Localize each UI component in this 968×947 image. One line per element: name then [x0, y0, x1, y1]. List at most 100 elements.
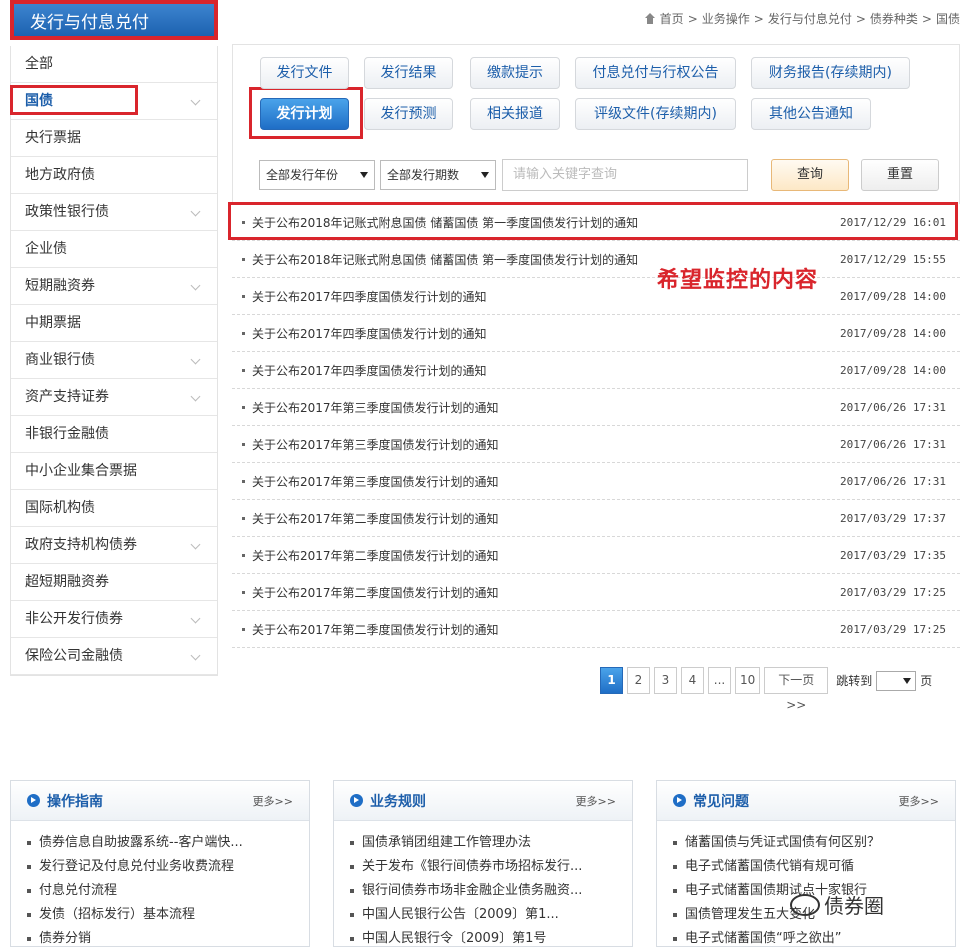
news-row[interactable]: 关于公布2017年四季度国债发行计划的通知 2017/09/28 14:00: [232, 315, 960, 352]
sidebar-item[interactable]: 国际机构债: [11, 490, 217, 527]
list-item[interactable]: 电子式储蓄国债代销有规可循: [667, 855, 955, 879]
jump-label: 跳转到: [836, 674, 873, 688]
list-item-text: 债券信息自助披露系统--客户端快...: [39, 835, 243, 850]
list-item[interactable]: 电子式储蓄国债“呼之欲出”: [667, 927, 955, 947]
page-button[interactable]: 3: [654, 667, 677, 694]
breadcrumb-item[interactable]: 首页: [660, 10, 684, 27]
reset-button[interactable]: 重置: [861, 159, 939, 191]
page-button[interactable]: 4: [681, 667, 704, 694]
news-row[interactable]: 关于公布2018年记账式附息国债 储蓄国债 第一季度国债发行计划的通知 2017/…: [232, 241, 960, 278]
info-box-header: 业务规则 更多>>: [334, 781, 632, 821]
tab-1[interactable]: 发行文件: [260, 57, 349, 89]
news-title-link[interactable]: 关于公布2017年第二季度国债发行计划的通知: [252, 510, 840, 527]
list-item[interactable]: 债券分销: [21, 927, 309, 947]
query-button[interactable]: 查询: [771, 159, 849, 191]
list-item[interactable]: 银行间债券市场非金融企业债务融资...: [344, 879, 632, 903]
sidebar-item[interactable]: 政府支持机构债券: [11, 527, 217, 564]
sidebar-item[interactable]: 央行票据: [11, 120, 217, 157]
sidebar-item-label: 中期票据: [25, 315, 81, 331]
bullet-icon: [242, 479, 245, 483]
news-title-link[interactable]: 关于公布2017年第二季度国债发行计划的通知: [252, 584, 840, 601]
list-item[interactable]: 发债（招标发行）基本流程: [21, 903, 309, 927]
more-link[interactable]: 更多>>: [576, 793, 616, 809]
main-panel: 全部发行年份 全部发行期数 请输入关键字查询 查询 重置 发行文件 发行结果 缴款提…: [228, 44, 960, 648]
list-item[interactable]: 付息兑付流程: [21, 879, 309, 903]
home-icon: [644, 13, 656, 24]
list-item-text: 中国人民银行令〔2009〕第1号: [362, 931, 547, 946]
sidebar-item[interactable]: 企业债: [11, 231, 217, 268]
news-title-link[interactable]: 关于公布2017年四季度国债发行计划的通知: [252, 325, 840, 342]
sidebar-item[interactable]: 中小企业集合票据: [11, 453, 217, 490]
period-select[interactable]: 全部发行期数: [380, 160, 496, 190]
page-button[interactable]: 2: [627, 667, 650, 694]
sidebar-item-label: 国债: [25, 93, 53, 109]
sidebar-item[interactable]: 资产支持证券: [11, 379, 217, 416]
news-title-link[interactable]: 关于公布2018年记账式附息国债 储蓄国债 第一季度国债发行计划的通知: [252, 214, 840, 231]
sidebar-list: 全部国债央行票据 地方政府债 政策性银行债 企业债 短期融资券中期票据商业银行债资产支持…: [10, 46, 218, 676]
breadcrumb-item[interactable]: 业务操作: [702, 10, 750, 27]
list-item[interactable]: 储蓄国债与凭证式国债有何区别？: [667, 831, 955, 855]
sidebar-item[interactable]: 政策性银行债: [11, 194, 217, 231]
news-title-link[interactable]: 关于公布2017年第三季度国债发行计划的通知: [252, 436, 840, 453]
news-row[interactable]: 关于公布2017年第二季度国债发行计划的通知 2017/03/29 17:25: [232, 574, 960, 611]
tab-8[interactable]: 相关报道: [470, 98, 560, 130]
tab-3[interactable]: 缴款提示: [470, 57, 560, 89]
more-link[interactable]: 更多>>: [253, 793, 293, 809]
news-title-link[interactable]: 关于公布2017年第三季度国债发行计划的通知: [252, 399, 840, 416]
list-item[interactable]: 国债承销团组建工作管理办法: [344, 831, 632, 855]
year-select[interactable]: 全部发行年份: [259, 160, 375, 190]
list-item[interactable]: 关于发布《银行间债券市场招标发行...: [344, 855, 632, 879]
list-item[interactable]: 发行登记及付息兑付业务收费流程: [21, 855, 309, 879]
jump-page-select[interactable]: [876, 670, 917, 691]
bullet-icon: [242, 516, 245, 520]
sidebar-item[interactable]: 非公开发行债券: [11, 601, 217, 638]
sidebar-item-label: 资产支持证券: [25, 389, 109, 405]
tab-4[interactable]: 付息兑付与行权公告: [575, 57, 736, 89]
tab-2[interactable]: 发行结果: [364, 57, 453, 89]
info-box: 业务规则 更多>> 国债承销团组建工作管理办法 关于发布《银行间债券市场招标发行...…: [333, 780, 633, 947]
news-row[interactable]: 关于公布2017年第三季度国债发行计划的通知 2017/06/26 17:31: [232, 426, 960, 463]
sidebar-item[interactable]: 中期票据: [11, 305, 217, 342]
page-button[interactable]: 1: [600, 667, 623, 694]
news-row[interactable]: 关于公布2018年记账式附息国债 储蓄国债 第一季度国债发行计划的通知 2017/…: [232, 204, 960, 241]
list-item[interactable]: 债券信息自助披露系统--客户端快...: [21, 831, 309, 855]
bullet-icon: [27, 841, 31, 845]
tab-9[interactable]: 评级文件(存续期内): [575, 98, 736, 130]
tab-6[interactable]: 发行计划: [260, 98, 349, 130]
list-item-text: 中国人民银行公告〔2009〕第1...: [362, 907, 559, 922]
list-item[interactable]: 中国人民银行公告〔2009〕第1...: [344, 903, 632, 927]
info-box-title: 业务规则: [370, 794, 426, 810]
tab-7[interactable]: 发行预测: [364, 98, 453, 130]
breadcrumb-item[interactable]: 债券种类: [870, 10, 918, 27]
tab-5[interactable]: 财务报告(存续期内): [751, 57, 910, 89]
sidebar-item[interactable]: 商业银行债: [11, 342, 217, 379]
news-title-link[interactable]: 关于公布2017年第二季度国债发行计划的通知: [252, 547, 840, 564]
news-row[interactable]: 关于公布2017年第三季度国债发行计划的通知 2017/06/26 17:31: [232, 463, 960, 500]
news-row[interactable]: 关于公布2017年第二季度国债发行计划的通知 2017/03/29 17:37: [232, 500, 960, 537]
news-title-link[interactable]: 关于公布2017年第三季度国债发行计划的通知: [252, 473, 840, 490]
news-row[interactable]: 关于公布2017年第二季度国债发行计划的通知 2017/03/29 17:35: [232, 537, 960, 574]
news-time: 2017/03/29 17:37: [840, 511, 946, 525]
news-time: 2017/09/28 14:00: [840, 289, 946, 303]
page-button[interactable]: 10: [735, 667, 761, 694]
bullet-icon: [27, 937, 31, 941]
news-title-link[interactable]: 关于公布2017年四季度国债发行计划的通知: [252, 362, 840, 379]
news-row[interactable]: 关于公布2017年第三季度国债发行计划的通知 2017/06/26 17:31: [232, 389, 960, 426]
sidebar-item[interactable]: 保险公司金融债: [11, 638, 217, 675]
news-title-link[interactable]: 关于公布2017年第二季度国债发行计划的通知: [252, 621, 840, 638]
news-row[interactable]: 关于公布2017年第二季度国债发行计划的通知 2017/03/29 17:25: [232, 611, 960, 648]
sidebar-item[interactable]: 非银行金融债: [11, 416, 217, 453]
list-item[interactable]: 中国人民银行令〔2009〕第1号: [344, 927, 632, 947]
breadcrumb-item[interactable]: 发行与付息兑付: [768, 10, 852, 27]
sidebar-item[interactable]: 地方政府债: [11, 157, 217, 194]
sidebar-item[interactable]: 短期融资券: [11, 268, 217, 305]
more-link[interactable]: 更多>>: [899, 793, 939, 809]
news-row[interactable]: 关于公布2017年四季度国债发行计划的通知 2017/09/28 14:00: [232, 352, 960, 389]
sidebar-item[interactable]: 国债: [11, 83, 217, 120]
search-input[interactable]: 请输入关键字查询: [502, 159, 748, 191]
news-row[interactable]: 关于公布2017年四季度国债发行计划的通知 2017/09/28 14:00: [232, 278, 960, 315]
next-page-button[interactable]: 下一页>>: [764, 667, 829, 712]
sidebar-item[interactable]: 超短期融资券: [11, 564, 217, 601]
sidebar-item[interactable]: 全部: [11, 46, 217, 83]
tab-10[interactable]: 其他公告通知: [751, 98, 871, 130]
